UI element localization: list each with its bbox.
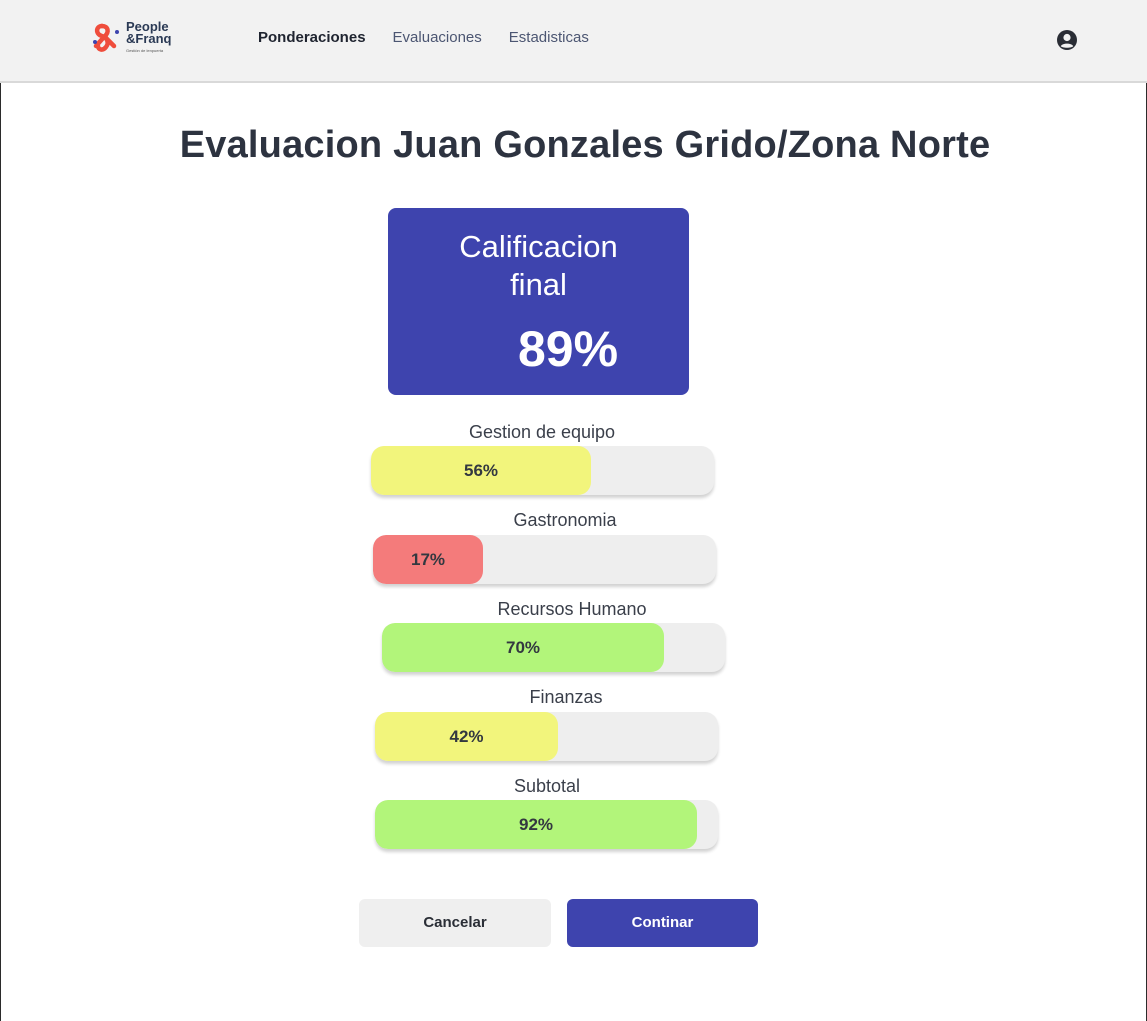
progress-bar-finanzas: 42% (375, 712, 718, 761)
metric-label-gestion-de-equipo: Gestion de equipo (468, 422, 616, 442)
final-score-card: Calificacion final 89% (388, 208, 689, 395)
people-franq-logo-icon (93, 23, 119, 52)
progress-bar-subtotal: 92% (375, 800, 718, 849)
cancel-button[interactable]: Cancelar (359, 899, 551, 947)
main-nav: Ponderaciones Evaluaciones Estadisticas (258, 29, 589, 46)
progress-bar-recursos-humano: 70% (382, 623, 725, 672)
final-score-label-line1: Calificacion (459, 229, 618, 264)
progress-value-gestion-de-equipo: 56% (463, 461, 499, 480)
nav-item-ponderaciones[interactable]: Ponderaciones (258, 29, 366, 46)
progress-value-gastronomia: 17% (410, 550, 446, 569)
brand-logo[interactable]: People &Franq Gestión de lenpuerta (92, 20, 192, 62)
progress-value-recursos-humano: 70% (505, 638, 541, 657)
progress-value-finanzas: 42% (449, 727, 484, 746)
brand-name: People &Franq (126, 20, 172, 46)
top-navigation-bar: People &Franq Gestión de lenpuerta Ponde… (0, 0, 1147, 83)
progress-bar-gestion-de-equipo: 56% (371, 446, 714, 495)
final-score-value: 89% (517, 321, 619, 377)
nav-item-estadisticas[interactable]: Estadisticas (509, 29, 589, 46)
final-score-label-line2: final (510, 267, 567, 302)
metric-label-gastronomia: Gastronomia (513, 510, 617, 530)
progress-value-subtotal: 92% (518, 815, 554, 834)
user-circle-icon[interactable] (1056, 29, 1078, 51)
final-score-label: Calificacion final (388, 228, 689, 304)
metric-label-subtotal: Subtotal (513, 776, 581, 796)
page-title: Evaluacion Juan Gonzales Grido/Zona Nort… (179, 124, 991, 166)
brand-name-line2: &Franq (126, 31, 172, 46)
metric-label-recursos-humano: Recursos Humano (497, 599, 647, 619)
metric-label-finanzas: Finanzas (529, 687, 603, 707)
progress-bar-gastronomia: 17% (373, 535, 716, 584)
brand-tagline: Gestión de lenpuerta (126, 48, 164, 53)
continue-button[interactable]: Continar (567, 899, 758, 947)
nav-item-evaluaciones[interactable]: Evaluaciones (393, 29, 482, 46)
